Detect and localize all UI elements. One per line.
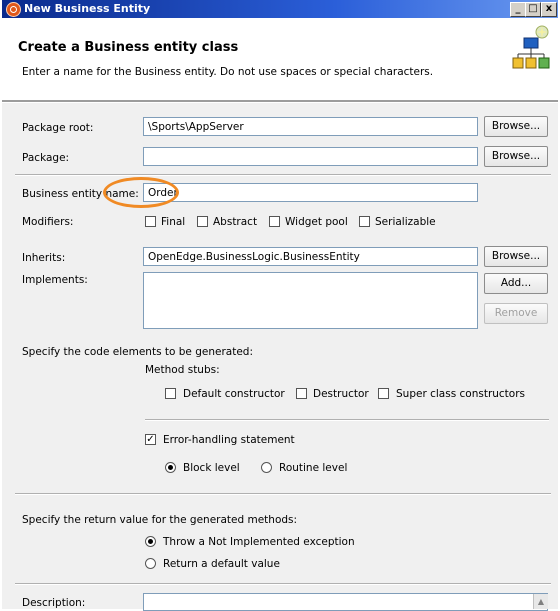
code-elements-label: Specify the code elements to be generate… xyxy=(22,346,253,358)
package-root-browse-button[interactable]: Browse... xyxy=(484,116,548,137)
destructor-label: Destructor xyxy=(313,388,369,400)
default-constructor-checkbox[interactable] xyxy=(165,388,176,399)
super-class-constructors-checkbox[interactable] xyxy=(378,388,389,399)
serializable-checkbox[interactable] xyxy=(359,216,370,227)
section-divider-3 xyxy=(15,583,551,585)
class-diagram-wizard-icon xyxy=(512,25,550,69)
return-default-label: Return a default value xyxy=(163,558,280,570)
block-level-radio[interactable] xyxy=(165,462,176,473)
implements-list[interactable] xyxy=(143,272,478,329)
abstract-checkbox[interactable] xyxy=(197,216,208,227)
destructor-checkbox[interactable] xyxy=(296,388,307,399)
package-label: Package: xyxy=(22,152,70,164)
close-button[interactable]: x xyxy=(541,2,557,17)
widget-pool-label: Widget pool xyxy=(285,216,348,228)
page-title: Create a Business entity class xyxy=(18,40,239,55)
description-label: Description: xyxy=(22,597,86,609)
throw-exception-radio[interactable] xyxy=(145,536,156,547)
window-title: New Business Entity xyxy=(24,2,151,15)
inherits-field[interactable]: OpenEdge.BusinessLogic.BusinessEntity xyxy=(143,247,478,266)
entity-name-field[interactable]: Order xyxy=(143,183,478,202)
app-icon xyxy=(6,2,21,17)
return-default-radio[interactable] xyxy=(145,558,156,569)
description-field[interactable] xyxy=(143,593,548,611)
title-bar[interactable]: New Business Entity _ □ x xyxy=(2,0,558,18)
super-class-constructors-label: Super class constructors xyxy=(396,388,526,400)
inherits-browse-button[interactable]: Browse... xyxy=(484,246,548,267)
block-level-label: Block level xyxy=(183,462,240,474)
package-root-label: Package root: xyxy=(22,122,94,134)
return-value-label: Specify the return value for the generat… xyxy=(22,514,298,526)
stubs-divider xyxy=(145,419,549,421)
package-field[interactable] xyxy=(143,147,478,166)
section-divider-2 xyxy=(15,493,551,495)
package-root-field[interactable]: \Sports\AppServer xyxy=(143,117,478,136)
abstract-label: Abstract xyxy=(213,216,258,228)
implements-add-button[interactable]: Add... xyxy=(484,273,548,294)
serializable-label: Serializable xyxy=(375,216,436,228)
implements-label: Implements: xyxy=(22,274,88,286)
minimize-button[interactable]: _ xyxy=(510,2,526,17)
error-handling-checkbox[interactable]: ✓ xyxy=(145,434,156,445)
error-handling-label: Error-handling statement xyxy=(163,434,295,446)
wizard-header: Create a Business entity class Enter a n… xyxy=(2,18,558,100)
scroll-up-icon[interactable]: ▲ xyxy=(533,594,548,609)
modifiers-label: Modifiers: xyxy=(22,216,74,228)
final-checkbox[interactable] xyxy=(145,216,156,227)
routine-level-radio[interactable] xyxy=(261,462,272,473)
highlight-annotation xyxy=(103,177,179,208)
page-description: Enter a name for the Business entity. Do… xyxy=(22,66,434,78)
widget-pool-checkbox[interactable] xyxy=(269,216,280,227)
maximize-button[interactable]: □ xyxy=(525,2,541,17)
section-divider xyxy=(15,174,551,176)
default-constructor-label: Default constructor xyxy=(183,388,285,400)
package-browse-button[interactable]: Browse... xyxy=(484,146,548,167)
implements-remove-button[interactable]: Remove xyxy=(484,303,548,324)
throw-exception-label: Throw a Not Implemented exception xyxy=(163,536,355,548)
method-stubs-label: Method stubs: xyxy=(145,364,220,376)
final-label: Final xyxy=(161,216,186,228)
routine-level-label: Routine level xyxy=(279,462,348,474)
inherits-label: Inherits: xyxy=(22,252,66,264)
